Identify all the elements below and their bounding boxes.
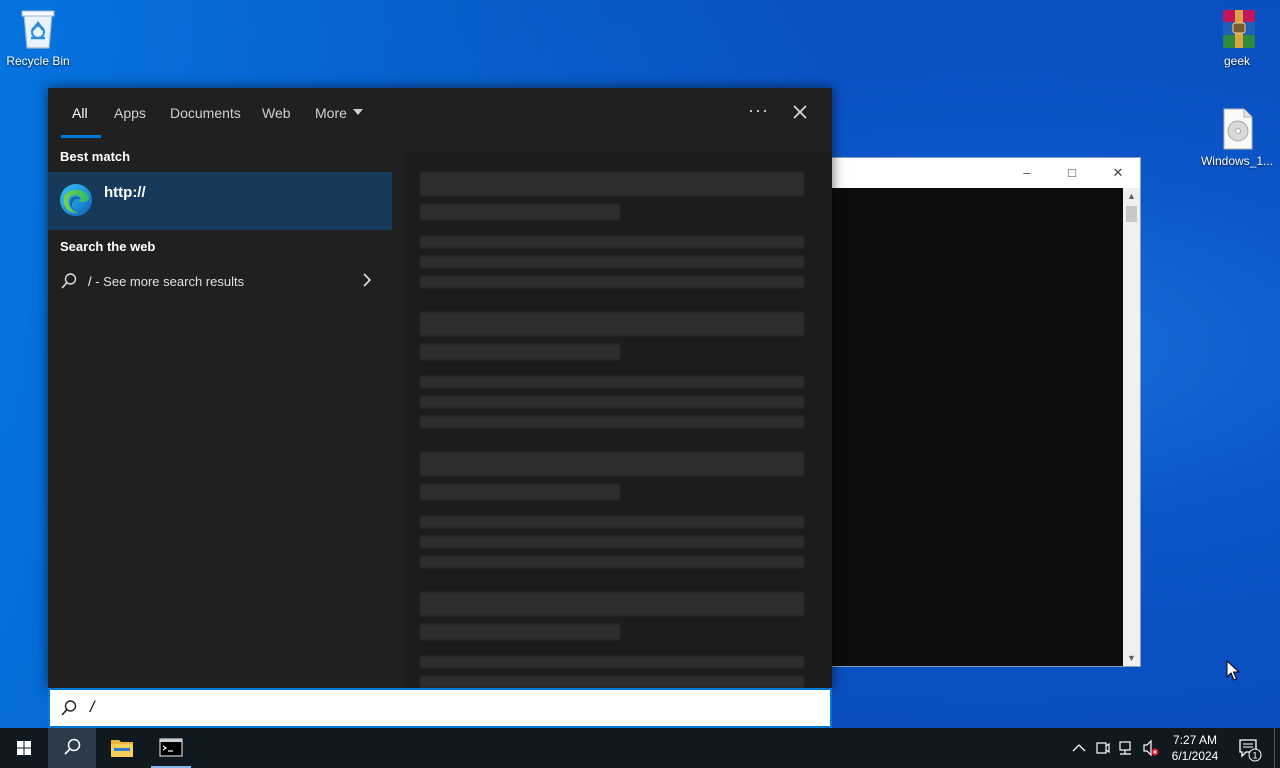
tab-web[interactable]: Web: [262, 105, 291, 121]
skeleton-block: [420, 172, 804, 196]
skeleton-block: [420, 276, 804, 288]
console-titlebar[interactable]: – □ ✕: [832, 158, 1140, 188]
volume-muted-icon[interactable]: [1141, 728, 1161, 768]
skeleton-block: [420, 536, 804, 548]
disc-image-file-icon: [1217, 108, 1257, 150]
caret-down-icon: [352, 109, 363, 115]
taskbar: 7:27 AM 6/1/2024 1: [0, 728, 1280, 768]
skeleton-block: [420, 344, 620, 360]
taskbar-search-button[interactable]: [48, 728, 96, 768]
minimize-button[interactable]: –: [1017, 164, 1037, 182]
file-explorer-icon: [111, 740, 133, 757]
maximize-button[interactable]: □: [1062, 164, 1082, 182]
desktop-icon-label: geek: [1223, 54, 1251, 68]
file-explorer-button[interactable]: [98, 728, 146, 768]
notification-count: 1: [1252, 751, 1257, 761]
meet-now-icon[interactable]: [1094, 728, 1112, 768]
skeleton-block: [420, 624, 620, 640]
chevron-right-icon[interactable]: [360, 272, 374, 288]
desktop-icon-label: Recycle Bin: [6, 54, 70, 68]
skeleton-block: [420, 256, 804, 268]
tab-apps[interactable]: Apps: [114, 105, 146, 121]
start-button[interactable]: [0, 728, 48, 768]
console-scrollbar[interactable]: ▲ ▼: [1123, 188, 1140, 666]
options-button[interactable]: ···: [748, 100, 769, 121]
console-window[interactable]: – □ ✕ ▲ ▼: [831, 157, 1141, 667]
scroll-thumb[interactable]: [1126, 206, 1137, 222]
clock-date: 6/1/2024: [1171, 749, 1219, 763]
search-icon: [60, 699, 78, 717]
close-button[interactable]: ✕: [1108, 164, 1128, 182]
action-center-button[interactable]: 1: [1234, 728, 1264, 768]
skeleton-block: [420, 592, 804, 616]
command-prompt-icon: [159, 738, 183, 757]
tab-documents[interactable]: Documents: [170, 105, 241, 121]
command-prompt-button[interactable]: [147, 728, 195, 768]
network-icon[interactable]: [1117, 728, 1137, 768]
scroll-down-arrow-icon[interactable]: ▼: [1123, 650, 1140, 666]
start-icon: [17, 741, 31, 755]
clock-time: 7:27 AM: [1172, 733, 1218, 747]
skeleton-block: [420, 416, 804, 428]
search-the-web-heading: Search the web: [60, 239, 156, 254]
search-icon: [64, 738, 81, 755]
clock[interactable]: 7:27 AM 6/1/2024: [1166, 732, 1224, 764]
notification-icon: 1: [1239, 739, 1262, 762]
scroll-up-arrow-icon[interactable]: ▲: [1123, 188, 1140, 204]
best-match-label: http://: [104, 184, 146, 201]
web-result-text: / - See more search results: [88, 274, 244, 289]
skeleton-block: [420, 396, 804, 408]
show-hidden-icons-button[interactable]: [1070, 728, 1088, 768]
best-match-heading: Best match: [60, 149, 131, 164]
best-match-result[interactable]: http://: [48, 172, 392, 230]
desktop-icon-geek[interactable]: geek: [1199, 8, 1275, 68]
preview-pane-loading: [404, 152, 832, 688]
skeleton-block: [420, 656, 804, 668]
mouse-cursor-icon: [1226, 659, 1241, 682]
tab-more-label: More: [315, 105, 347, 121]
desktop-icon-label: Windows_1...: [1200, 154, 1274, 168]
skeleton-block: [420, 204, 620, 220]
skeleton-block: [420, 312, 804, 336]
chevron-up-icon: [1072, 744, 1086, 752]
skeleton-block: [420, 452, 804, 476]
desktop-icon-windows-iso[interactable]: Windows_1...: [1199, 108, 1275, 168]
console-output-area[interactable]: [832, 188, 1124, 666]
skeleton-block: [420, 484, 620, 500]
skeleton-block: [420, 376, 804, 388]
active-tab-indicator: [61, 135, 101, 138]
search-box[interactable]: /: [48, 688, 832, 728]
skeleton-block: [420, 516, 804, 528]
skeleton-block: [420, 676, 804, 688]
winrar-archive-icon: [1217, 8, 1257, 50]
skeleton-block: [420, 556, 804, 568]
tab-more[interactable]: More: [315, 105, 363, 121]
search-input[interactable]: /: [90, 699, 94, 717]
search-tabs: All Apps Documents Web More ···: [48, 88, 832, 138]
skeleton-block: [420, 236, 804, 248]
close-icon[interactable]: [790, 102, 810, 122]
tab-all[interactable]: All: [72, 105, 88, 121]
edge-icon: [59, 183, 93, 217]
web-result-suffix: - See more search results: [91, 274, 245, 289]
search-icon: [60, 272, 78, 290]
search-panel: All Apps Documents Web More ··· Best mat…: [48, 88, 832, 688]
web-search-result[interactable]: / - See more search results: [48, 268, 392, 292]
desktop-icon-recycle-bin[interactable]: Recycle Bin: [0, 8, 76, 68]
show-desktop-button[interactable]: [1274, 728, 1280, 768]
recycle-bin-icon: [18, 8, 58, 50]
